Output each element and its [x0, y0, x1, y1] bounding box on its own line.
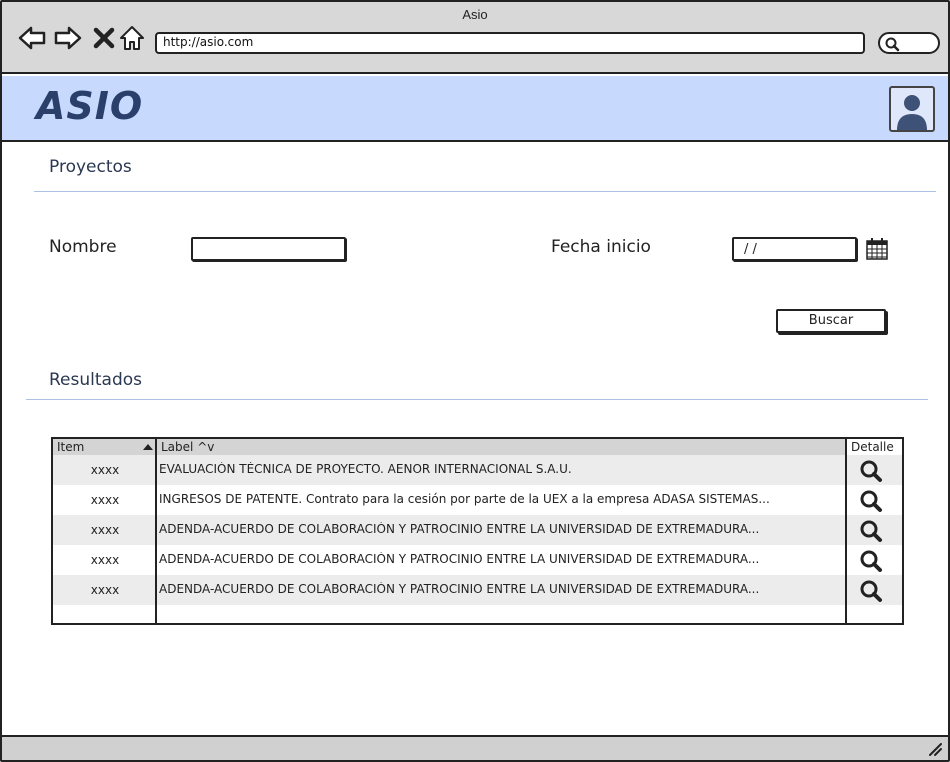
window-title: Asio: [462, 7, 488, 22]
fecha-inicio-input[interactable]: / /: [732, 237, 857, 261]
browser-window: Asio http://asio.com ASIO Proyectos Nomb…: [0, 0, 950, 762]
column-divider: [155, 439, 157, 623]
section-divider: [34, 191, 936, 192]
cell-item: xxxx: [90, 553, 120, 567]
table-row[interactable]: xxxx ADENDA-ACUERDO DE COLABORACIÓN Y PA…: [53, 575, 902, 605]
cell-label: INGRESOS DE PATENTE. Contrato para la ce…: [159, 492, 770, 506]
home-icon: [120, 26, 144, 50]
forward-button[interactable]: [54, 24, 82, 52]
section-title-proyectos: Proyectos: [49, 157, 132, 177]
column-header-label: Item: [57, 440, 85, 454]
column-header-item[interactable]: Item: [53, 439, 157, 455]
results-table: Item Label ^v Detalle xxxx EVALUACIÓN TÉ…: [51, 437, 904, 625]
buscar-button[interactable]: Buscar: [776, 309, 886, 333]
app-logo[interactable]: ASIO: [36, 84, 143, 128]
column-header-detalle[interactable]: Detalle: [847, 439, 902, 455]
magnifier-icon[interactable]: [859, 549, 883, 573]
column-header-label: Label ^v: [161, 440, 215, 454]
section-title-resultados: Resultados: [49, 370, 142, 390]
user-icon: [897, 95, 927, 130]
table-row[interactable]: xxxx INGRESOS DE PATENTE. Contrato para …: [53, 485, 902, 515]
close-icon: [93, 27, 115, 49]
cell-label: EVALUACIÓN TÉCNICA DE PROYECTO. AENOR IN…: [159, 462, 572, 476]
nombre-input[interactable]: [191, 237, 346, 261]
table-row[interactable]: xxxx EVALUACIÓN TÉCNICA DE PROYECTO. AEN…: [53, 455, 902, 485]
user-profile-button[interactable]: [889, 86, 935, 132]
cell-label: ADENDA-ACUERDO DE COLABORACIÓN Y PATROCI…: [159, 582, 760, 596]
calendar-icon[interactable]: [865, 237, 889, 261]
column-header-label-col[interactable]: Label ^v: [157, 439, 847, 455]
arrow-right-icon: [54, 26, 82, 50]
browser-chrome: Asio http://asio.com: [2, 2, 948, 74]
cell-label: ADENDA-ACUERDO DE COLABORACIÓN Y PATROCI…: [159, 552, 760, 566]
cell-label: ADENDA-ACUERDO DE COLABORACIÓN Y PATROCI…: [159, 522, 760, 536]
resize-grip-icon[interactable]: [928, 742, 942, 756]
magnifier-icon[interactable]: [859, 519, 883, 543]
table-row[interactable]: xxxx ADENDA-ACUERDO DE COLABORACIÓN Y PA…: [53, 515, 902, 545]
magnifier-icon[interactable]: [859, 459, 883, 483]
status-bar: [2, 735, 948, 760]
nombre-label: Nombre: [49, 237, 117, 257]
arrow-left-icon: [18, 26, 46, 50]
app-header: ASIO: [2, 76, 948, 142]
url-bar[interactable]: http://asio.com: [155, 32, 865, 54]
cell-item: xxxx: [90, 463, 120, 477]
table-row[interactable]: xxxx ADENDA-ACUERDO DE COLABORACIÓN Y PA…: [53, 545, 902, 575]
back-button[interactable]: [18, 24, 46, 52]
fecha-inicio-label: Fecha inicio: [551, 237, 651, 257]
cell-item: xxxx: [90, 493, 120, 507]
magnifier-icon[interactable]: [859, 489, 883, 513]
table-header: Item Label ^v Detalle: [53, 439, 902, 455]
browser-search-field[interactable]: [878, 32, 940, 54]
magnifier-icon[interactable]: [859, 579, 883, 603]
cell-item: xxxx: [90, 523, 120, 537]
column-divider: [845, 439, 847, 623]
cell-item: xxxx: [90, 583, 120, 597]
section-divider: [26, 399, 928, 400]
home-button[interactable]: [118, 24, 146, 52]
search-icon: [885, 37, 900, 52]
stop-button[interactable]: [90, 24, 118, 52]
sort-ascending-icon: [143, 444, 153, 450]
column-header-label: Detalle: [851, 440, 894, 454]
